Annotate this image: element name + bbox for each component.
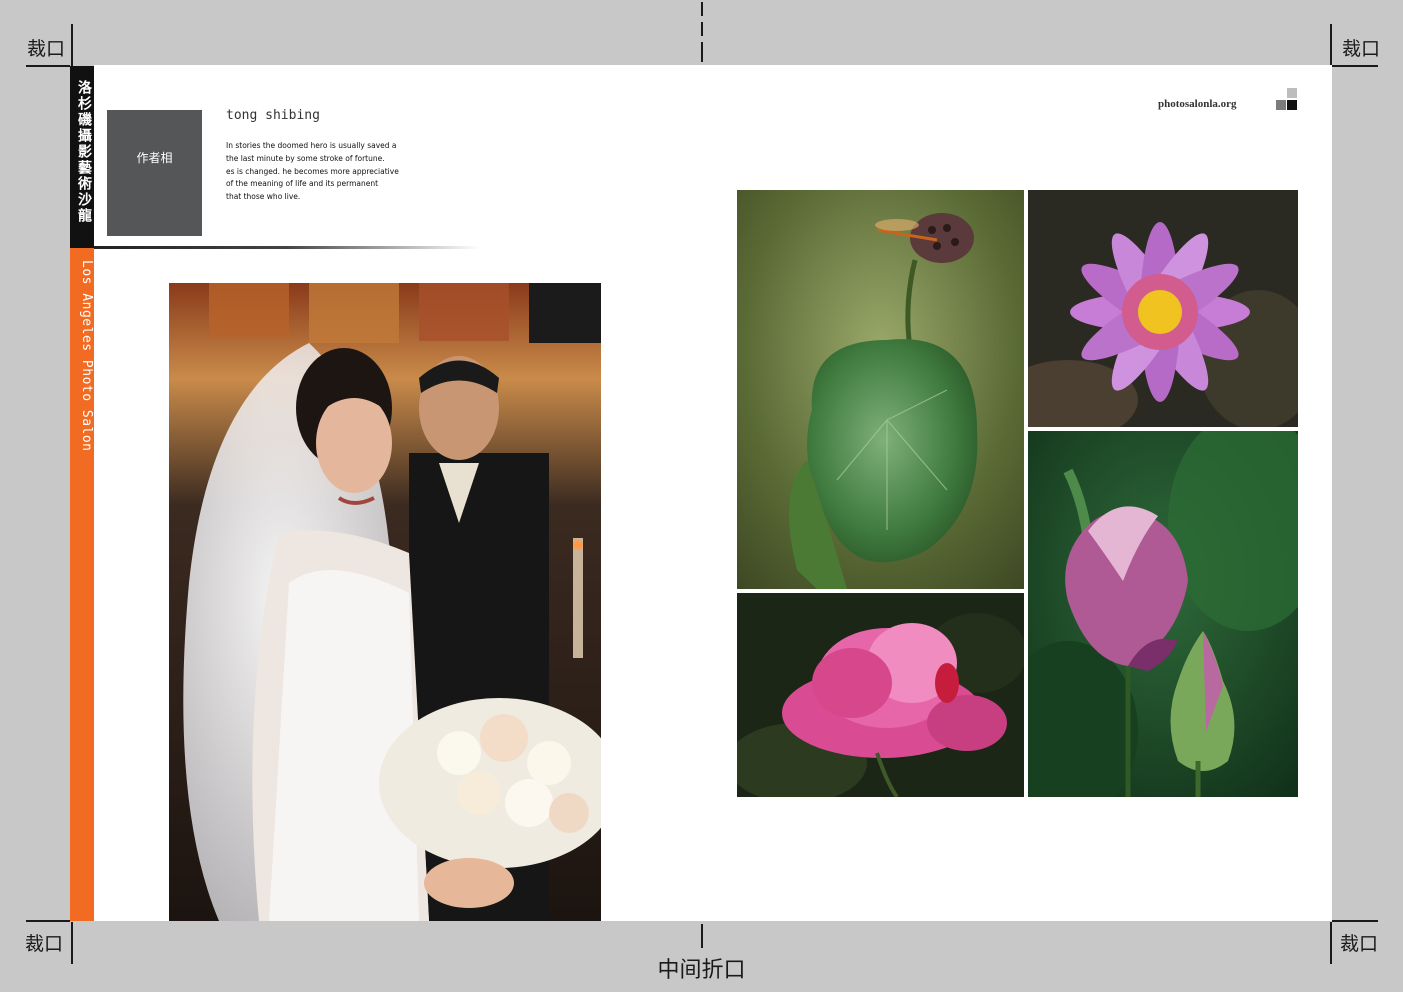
logo-square bbox=[1287, 88, 1297, 98]
crop-mark bbox=[26, 920, 70, 922]
author-bio: In stories the doomed hero is usually sa… bbox=[226, 140, 456, 204]
purple-cactus-flower-photo bbox=[1028, 190, 1298, 427]
crop-mark bbox=[26, 65, 70, 67]
sidebar-english-band: Los Angeles Photo Salon bbox=[70, 248, 94, 921]
crop-label-top-right: 裁口 bbox=[1342, 38, 1381, 60]
crop-label-top-left: 裁口 bbox=[27, 38, 66, 60]
bio-line: the last minute by some stroke of fortun… bbox=[226, 153, 385, 163]
bio-line: of the meaning of life and its permanent bbox=[226, 179, 379, 189]
author-photo-label: 作者相 bbox=[136, 150, 173, 165]
bio-line: In stories the doomed hero is usually sa… bbox=[226, 141, 397, 150]
crop-mark bbox=[1330, 24, 1332, 66]
logo-square bbox=[1276, 100, 1286, 110]
fold-mark bbox=[701, 2, 703, 16]
bio-line: that those who live. bbox=[226, 192, 301, 202]
fold-label: 中间折口 bbox=[657, 958, 746, 983]
lotus-leaf-dragonfly-photo bbox=[737, 190, 1024, 589]
chinese-title: 洛杉磯攝影藝術沙龍 bbox=[76, 80, 92, 224]
fold-mark bbox=[701, 42, 703, 62]
pink-lotus-flower-photo bbox=[737, 593, 1024, 797]
crop-mark bbox=[1332, 65, 1378, 67]
logo-square bbox=[1287, 100, 1297, 110]
crop-mark bbox=[71, 24, 73, 66]
fold-mark bbox=[701, 924, 703, 948]
sidebar-title-band: 洛杉磯攝影藝術沙龍 bbox=[70, 66, 94, 248]
lotus-buds-photo bbox=[1028, 431, 1298, 797]
site-url: photosalonla.org bbox=[1158, 98, 1237, 110]
english-title: Los Angeles Photo Salon bbox=[79, 260, 94, 452]
crop-mark bbox=[1332, 920, 1378, 922]
bio-line: es is changed. he becomes more appreciat… bbox=[226, 166, 399, 176]
bride-photo bbox=[169, 283, 601, 921]
author-photo-placeholder: 作者相 bbox=[107, 110, 202, 236]
header-rule bbox=[94, 246, 480, 249]
author-name: tong shibing bbox=[226, 108, 320, 123]
fold-mark bbox=[701, 22, 703, 36]
